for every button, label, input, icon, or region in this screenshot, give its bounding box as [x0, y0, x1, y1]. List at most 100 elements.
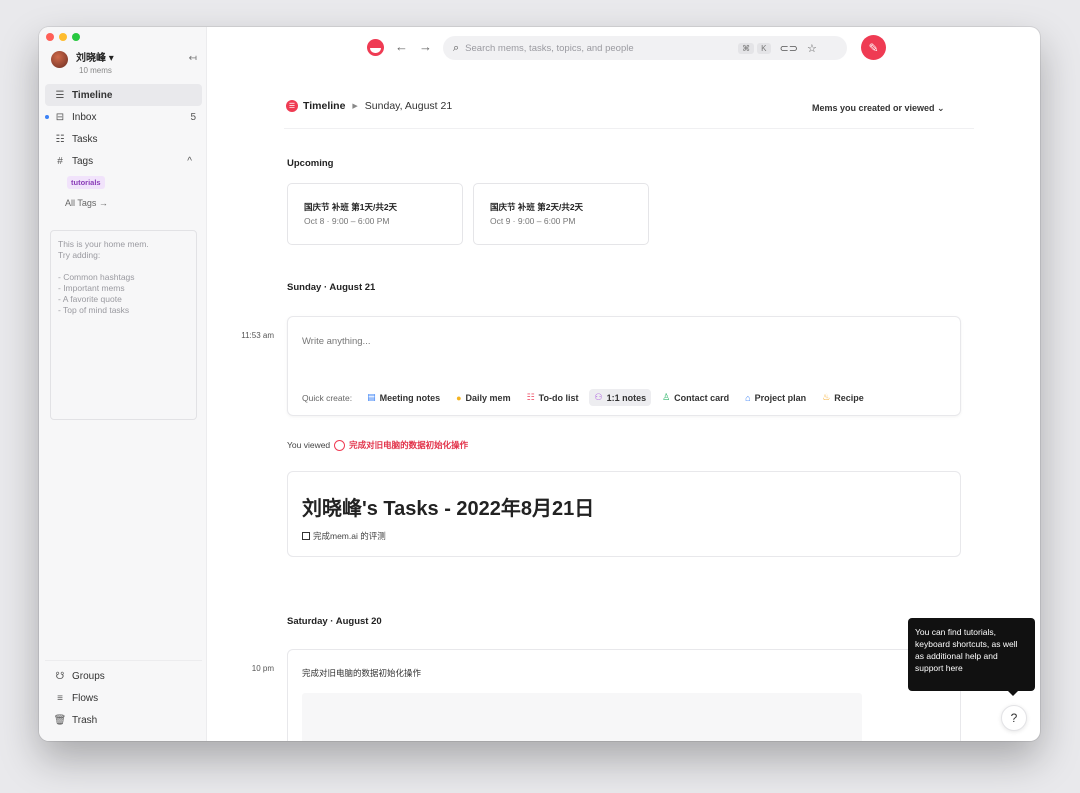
- viewed-mem-link[interactable]: 完成对旧电脑的数据初始化操作: [349, 439, 468, 451]
- day-heading-sunday: Sunday · August 21: [287, 282, 376, 293]
- entry-time: 11:53 am: [241, 331, 274, 340]
- search-icon: ⌕: [453, 41, 460, 54]
- viewed-prefix: You viewed: [287, 440, 331, 450]
- people-icon: ⚇: [594, 392, 603, 402]
- quick-create-label-text: Project plan: [754, 392, 807, 403]
- timeline-icon: ☰: [55, 89, 65, 101]
- sidebar-nav: ☰ Timeline ⊟ Inbox 5 ☷ Tasks # Tags ^ tu…: [45, 84, 202, 208]
- daily-mem-icon: ●: [456, 392, 462, 403]
- close-window-button[interactable]: [46, 33, 54, 41]
- sidebar-item-label: Trash: [72, 714, 98, 726]
- sidebar-item-groups[interactable]: ☋ Groups: [45, 665, 202, 687]
- mem-entry-title: 完成对旧电脑的数据初始化操作: [302, 668, 422, 678]
- breadcrumb-date: Sunday, August 21: [364, 100, 453, 112]
- tasks-icon: ☷: [55, 133, 65, 145]
- mem-logo-icon[interactable]: [367, 39, 384, 56]
- task-item: 完成mem.ai 的评测: [302, 530, 946, 542]
- sidebar-item-label: Tags: [72, 155, 94, 167]
- collapse-sidebar-icon[interactable]: ↤: [189, 53, 197, 64]
- shortcut-cmd-key: ⌘: [738, 42, 755, 54]
- sidebar-item-flows[interactable]: ≡ Flows: [45, 687, 202, 709]
- sidebar-item-label: Flows: [72, 692, 99, 704]
- zoom-window-button[interactable]: [72, 33, 80, 41]
- user-menu[interactable]: 刘晓峰 ▾ 10 mems ↤: [51, 49, 201, 75]
- quick-create-label-text: 1:1 notes: [606, 392, 647, 403]
- entry-time: 10 pm: [251, 664, 274, 673]
- header-divider: [284, 128, 974, 129]
- quick-create-todo-list[interactable]: ☷ To-do list: [522, 389, 584, 406]
- sidebar-item-tasks[interactable]: ☷ Tasks: [45, 128, 202, 150]
- quick-create-one-on-one-notes[interactable]: ⚇ 1:1 notes: [589, 389, 652, 406]
- shortcut-k-key: K: [757, 42, 771, 54]
- all-tags-link[interactable]: All Tags →: [45, 190, 202, 208]
- chevron-up-icon[interactable]: ^: [187, 156, 192, 167]
- event-title: 国庆节 补班 第2天/共2天: [490, 202, 584, 212]
- event-time: Oct 8 · 9:00 – 6:00 PM: [304, 216, 390, 226]
- trash-icon: 🗑: [53, 714, 67, 726]
- hashtag-icon: #: [57, 155, 63, 167]
- sidebar-item-inbox[interactable]: ⊟ Inbox 5: [45, 106, 202, 128]
- contact-icon: ♙: [662, 392, 671, 402]
- quick-create-project-plan[interactable]: ⌂ Project plan: [740, 390, 811, 406]
- sidebar-item-label: Timeline: [72, 89, 113, 101]
- help-tooltip: You can find tutorials, keyboard shortcu…: [908, 618, 1035, 696]
- sidebar-item-tags[interactable]: # Tags ^: [45, 150, 202, 172]
- day-heading-saturday: Saturday · August 20: [287, 616, 382, 627]
- minimize-window-button[interactable]: [59, 33, 67, 41]
- upcoming-event-card[interactable]: 国庆节 补班 第2天/共2天 Oct 9 · 9:00 – 6:00 PM: [473, 183, 649, 245]
- upcoming-event-card[interactable]: 国庆节 补班 第1天/共2天 Oct 8 · 9:00 – 6:00 PM: [287, 183, 463, 245]
- search-bar[interactable]: ⌕ ⌘ K ⊂⊃ ☆: [443, 36, 847, 60]
- quick-create-label-text: Contact card: [674, 392, 730, 403]
- question-mark-icon: ?: [1010, 711, 1018, 725]
- help-button[interactable]: ?: [1001, 705, 1027, 731]
- write-placeholder[interactable]: Write anything...: [302, 336, 370, 347]
- upcoming-heading: Upcoming: [287, 158, 334, 169]
- breadcrumb-separator-icon: ▶: [352, 103, 358, 110]
- breadcrumb: ☰ Timeline ▶ Sunday, August 21: [286, 100, 452, 112]
- flows-icon: ≡: [57, 692, 63, 704]
- inbox-count: 5: [190, 111, 196, 123]
- quick-create-meeting-notes[interactable]: ▤ Meeting notes: [362, 389, 445, 406]
- timeline-filter-dropdown[interactable]: Mems you created or viewed ⌄: [812, 103, 945, 114]
- recipe-icon: ♨: [822, 392, 831, 402]
- todo-list-icon: ☷: [526, 392, 535, 402]
- search-input[interactable]: [465, 42, 736, 54]
- avatar: [51, 51, 68, 68]
- quick-create-contact-card[interactable]: ♙ Contact card: [657, 389, 734, 406]
- quick-create-bar: Quick create: ▤ Meeting notes ● Daily mem …: [302, 389, 875, 406]
- quick-create-label-text: Recipe: [834, 392, 864, 403]
- forward-arrow-icon[interactable]: →: [419, 39, 432, 54]
- sidebar-item-trash[interactable]: 🗑 Trash: [45, 709, 202, 731]
- new-mem-button[interactable]: ✎: [861, 35, 886, 60]
- star-icon[interactable]: ☆: [807, 42, 817, 55]
- page-title[interactable]: Timeline: [303, 100, 345, 112]
- sidebar-bottom: ☋ Groups ≡ Flows 🗑 Trash: [45, 660, 202, 731]
- viewed-activity: You viewed 完成对旧电脑的数据初始化操作: [287, 439, 468, 451]
- sidebar-item-label: Inbox: [72, 111, 97, 123]
- mem-count: 10 mems: [79, 66, 112, 75]
- inbox-icon: ⊟: [55, 111, 65, 123]
- quick-create-label-text: To-do list: [538, 392, 579, 403]
- quick-create-label-text: Daily mem: [465, 392, 511, 403]
- task-checkbox[interactable]: [302, 532, 310, 540]
- tag-tutorials[interactable]: tutorials: [67, 176, 105, 189]
- unread-dot: [45, 115, 49, 119]
- toolbar: ← → ⌕ ⌘ K ⊂⊃ ☆ ✎: [207, 27, 1040, 69]
- quick-create-daily-mem[interactable]: ● Daily mem: [451, 390, 515, 406]
- write-mem-editor[interactable]: Write anything... Quick create: ▤ Meeting…: [287, 316, 961, 416]
- quick-create-recipe[interactable]: ♨ Recipe: [817, 389, 869, 406]
- event-title: 国庆节 补班 第1天/共2天: [304, 202, 398, 212]
- sidebar-item-timeline[interactable]: ☰ Timeline: [45, 84, 202, 106]
- home-mem-note[interactable]: This is your home mem. Try adding: - Com…: [50, 230, 197, 420]
- user-name: 刘晓峰 ▾: [76, 53, 114, 64]
- mem-entry-card[interactable]: 完成对旧电脑的数据初始化操作: [287, 649, 961, 741]
- tasks-mem-card[interactable]: 刘晓峰's Tasks - 2022年8月21日 完成mem.ai 的评测: [287, 471, 961, 557]
- mem-entry-preview: [302, 693, 862, 741]
- back-arrow-icon[interactable]: ←: [395, 39, 408, 54]
- task-label: 完成mem.ai 的评测: [313, 531, 386, 541]
- mem-card-title: 刘晓峰's Tasks - 2022年8月21日: [302, 498, 595, 520]
- groups-icon: ☋: [55, 670, 65, 682]
- sidebar-item-label: Groups: [72, 670, 105, 682]
- compose-icon: ✎: [868, 40, 879, 55]
- link-icon[interactable]: ⊂⊃: [780, 42, 798, 55]
